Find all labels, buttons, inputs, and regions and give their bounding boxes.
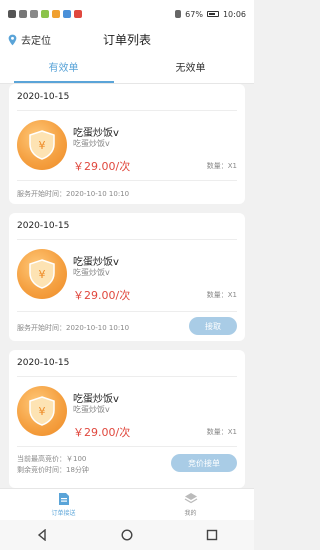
item-subname: 吃蛋炒饭v: [73, 268, 110, 277]
accept-order-button[interactable]: 接取: [189, 317, 237, 335]
signal-icon: [19, 10, 27, 18]
item-quantity: 数量：X1: [206, 162, 237, 170]
order-tabs: 有效单 无效单: [0, 50, 254, 84]
item-quantity: 数量：X1: [206, 428, 237, 436]
bottom-nav: 订单接送 我的: [0, 488, 254, 520]
order-card[interactable]: 2020-10-15 ¥ 吃蛋炒饭v 吃蛋炒饭v ￥29.00/次 数量：X1 …: [9, 84, 245, 204]
locate-label: 去定位: [21, 36, 51, 47]
status-right: 67% 10:06: [175, 10, 246, 19]
shield-yen-icon: ¥: [29, 130, 55, 160]
nav-mine[interactable]: 我的: [127, 489, 254, 520]
svg-text:¥: ¥: [39, 268, 46, 281]
app-notification-icon: [63, 10, 71, 18]
service-badge: ¥: [17, 386, 67, 436]
home-icon[interactable]: [121, 529, 133, 541]
nav-mine-label: 我的: [184, 510, 197, 517]
vibrate-icon: [175, 10, 182, 18]
service-start-time: 服务开始时间：2020-10-10 10:10: [17, 190, 130, 198]
order-list: 2020-10-15 ¥ 吃蛋炒饭v 吃蛋炒饭v ￥29.00/次 数量：X1 …: [0, 84, 254, 488]
item-name: 吃蛋炒饭v: [73, 128, 119, 139]
svg-text:¥: ¥: [39, 139, 46, 152]
status-bar: 67% 10:06: [0, 0, 254, 28]
system-nav-bar: [0, 520, 254, 550]
item-price: ￥29.00/次: [73, 160, 131, 173]
item-quantity: 数量：X1: [206, 291, 237, 299]
status-icons: [8, 10, 82, 18]
item-price: ￥29.00/次: [73, 289, 131, 302]
item-name: 吃蛋炒饭v: [73, 257, 119, 268]
bid-accept-button[interactable]: 竞价接单: [171, 454, 237, 472]
app-notification-icon: [41, 10, 49, 18]
service-start-time: 服务开始时间：2020-10-10 10:10: [17, 324, 130, 332]
wifi-icon: [30, 10, 38, 18]
layers-icon: [184, 493, 197, 504]
tab-invalid-orders[interactable]: 无效单: [127, 50, 254, 83]
shield-yen-icon: ¥: [29, 259, 55, 289]
service-badge: ¥: [17, 120, 67, 170]
order-date: 2020-10-15: [17, 358, 70, 368]
divider: [17, 311, 237, 312]
clock: 10:06: [222, 9, 246, 19]
svg-text:¥: ¥: [39, 405, 46, 418]
order-date: 2020-10-15: [17, 92, 70, 102]
battery-icon: [206, 11, 219, 17]
app-notification-icon: [52, 10, 60, 18]
divider: [17, 110, 237, 111]
item-subname: 吃蛋炒饭v: [73, 405, 110, 414]
order-doc-icon: [58, 493, 69, 505]
bid-time-remaining: 剩余竞价时间：18分钟: [17, 466, 89, 474]
sim-icon: [8, 10, 16, 18]
location-pin-icon: [8, 34, 17, 45]
order-card[interactable]: 2020-10-15 ¥ 吃蛋炒饭v 吃蛋炒饭v ￥29.00/次 数量：X1 …: [9, 213, 245, 341]
shield-yen-icon: ¥: [29, 396, 55, 426]
item-subname: 吃蛋炒饭v: [73, 139, 110, 148]
tab-valid-orders[interactable]: 有效单: [0, 50, 127, 83]
app-notification-icon: [74, 10, 82, 18]
divider: [17, 446, 237, 447]
nav-orders[interactable]: 订单接送: [0, 489, 127, 520]
service-badge: ¥: [17, 249, 67, 299]
divider: [17, 376, 237, 377]
recents-icon[interactable]: [206, 529, 218, 541]
battery-percent: 67%: [185, 9, 203, 19]
item-price: ￥29.00/次: [73, 426, 131, 439]
divider: [17, 239, 237, 240]
locate-button[interactable]: 去定位: [8, 32, 51, 47]
divider: [17, 180, 237, 181]
nav-orders-label: 订单接送: [51, 510, 76, 517]
highest-bid: 当前最高竞价：￥100: [17, 455, 87, 463]
back-icon[interactable]: [36, 529, 48, 541]
app-header: 去定位 订单列表: [0, 28, 254, 50]
order-date: 2020-10-15: [17, 221, 70, 231]
order-card[interactable]: 2020-10-15 ¥ 吃蛋炒饭v 吃蛋炒饭v ￥29.00/次 数量：X1 …: [9, 350, 245, 488]
item-name: 吃蛋炒饭v: [73, 394, 119, 405]
